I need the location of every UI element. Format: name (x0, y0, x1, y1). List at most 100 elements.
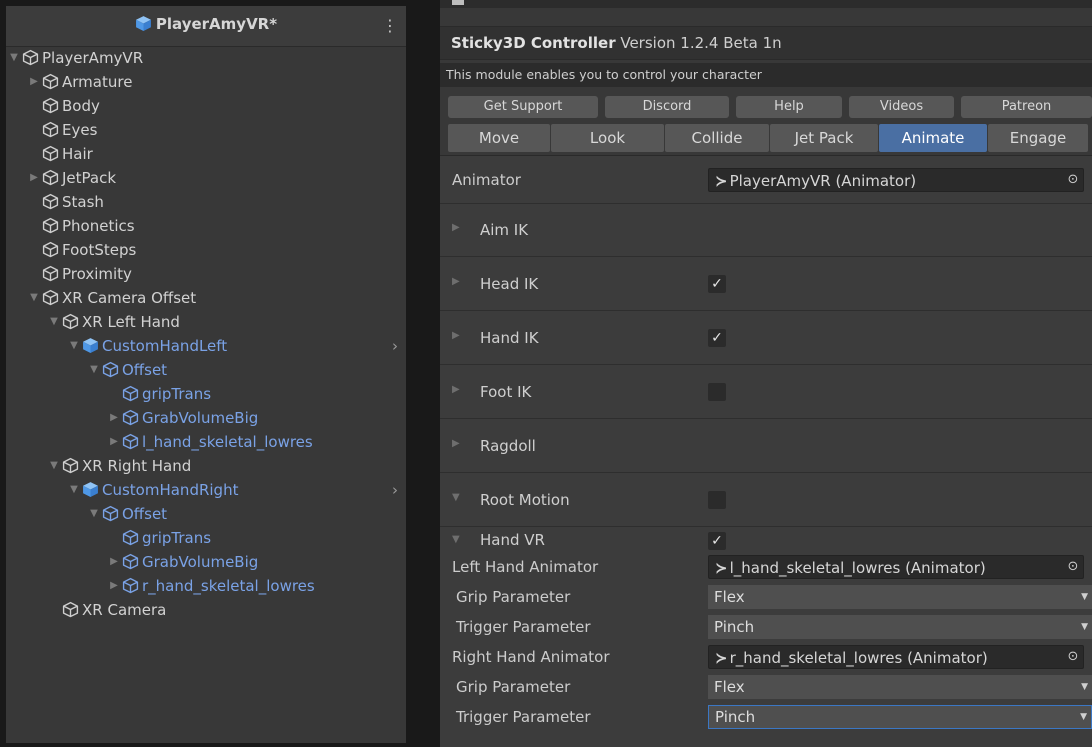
right-grip-parameter-value: Flex (714, 678, 745, 696)
hierarchy-item[interactable]: ▶ r_hand_skeletal_lowres (6, 574, 406, 598)
tab-collide[interactable]: Collide (665, 124, 769, 152)
hierarchy-item-label: GrabVolumeBig (142, 553, 259, 571)
hierarchy-item-label: Body (62, 97, 100, 115)
tab-animate[interactable]: Animate (879, 124, 987, 152)
hierarchy-item[interactable]: Hair (6, 142, 406, 166)
left-hand-animator-field[interactable]: ≻ l_hand_skeletal_lowres (Animator) ⊙ (708, 555, 1084, 579)
expanded-arrow-icon[interactable]: ▼ (88, 502, 100, 526)
hierarchy-item-label: Phonetics (62, 217, 135, 235)
tab-look[interactable]: Look (551, 124, 664, 152)
animator-value: PlayerAmyVR (Animator) (729, 172, 917, 190)
hierarchy-item-label: JetPack (62, 169, 117, 187)
tab-move[interactable]: Move (448, 124, 550, 152)
left-grip-parameter-dropdown[interactable]: Flex ▼ (708, 585, 1092, 609)
panel-divider[interactable] (406, 0, 440, 747)
left-grip-parameter-label: Grip Parameter (456, 588, 571, 606)
hierarchy-item[interactable]: ▼ XR Camera Offset (6, 286, 406, 310)
foldout-root-motion[interactable]: ▼ Root Motion (440, 474, 1092, 527)
hierarchy-item[interactable]: gripTrans (6, 526, 406, 550)
checkbox-unchecked[interactable] (708, 491, 726, 509)
hierarchy-item[interactable]: ▼ Offset (6, 502, 406, 526)
open-prefab-chevron-icon[interactable]: › (392, 478, 398, 502)
expanded-arrow-icon[interactable]: ▼ (68, 334, 80, 358)
collapsed-arrow-icon[interactable]: ▶ (28, 166, 40, 190)
right-hand-animator-field[interactable]: ≻ r_hand_skeletal_lowres (Animator) ⊙ (708, 645, 1084, 669)
hand-vr-foldout-arrow[interactable]: ▼ (452, 534, 460, 545)
checkbox-stub[interactable] (452, 0, 464, 5)
hierarchy-item[interactable]: ▼ Offset (6, 358, 406, 382)
expanded-arrow-icon[interactable]: ▼ (8, 46, 20, 70)
hierarchy-item[interactable]: FootSteps (6, 238, 406, 262)
support-button[interactable]: Get Support (448, 96, 598, 118)
expanded-arrow-icon[interactable]: ▼ (68, 478, 80, 502)
hand-vr-checkbox[interactable]: ✓ (708, 532, 726, 550)
right-trigger-parameter-label: Trigger Parameter (456, 708, 591, 726)
right-trigger-parameter-dropdown[interactable]: Pinch ▼ (708, 705, 1092, 729)
left-trigger-parameter-dropdown[interactable]: Pinch ▼ (708, 615, 1092, 639)
expanded-arrow-icon[interactable]: ▼ (48, 454, 60, 478)
hierarchy-item[interactable]: ▶ l_hand_skeletal_lowres (6, 430, 406, 454)
animator-field[interactable]: ≻ PlayerAmyVR (Animator) ⊙ (708, 168, 1084, 192)
hierarchy-item[interactable]: Body (6, 94, 406, 118)
hierarchy-item[interactable]: gripTrans (6, 382, 406, 406)
hierarchy-item[interactable]: Phonetics (6, 214, 406, 238)
foldout-label: Aim IK (480, 221, 529, 239)
foldout-ragdoll[interactable]: ▶ Ragdoll (440, 420, 1092, 473)
foldout-aim-ik[interactable]: ▶ Aim IK (440, 204, 1092, 257)
collapsed-arrow-icon[interactable]: ▶ (452, 384, 460, 395)
collapsed-arrow-icon[interactable]: ▶ (108, 550, 120, 574)
object-picker-icon[interactable]: ⊙ (1065, 559, 1081, 575)
hierarchy-item[interactable]: ▶ Armature (6, 70, 406, 94)
collapsed-arrow-icon[interactable]: ▶ (108, 430, 120, 454)
hierarchy-item[interactable]: Eyes (6, 118, 406, 142)
support-button[interactable]: Videos (849, 96, 954, 118)
open-prefab-chevron-icon[interactable]: › (392, 334, 398, 358)
gameobject-cube-icon (42, 265, 59, 282)
hierarchy-item[interactable]: ▼ CustomHandLeft › (6, 334, 406, 358)
hierarchy-item-label: CustomHandLeft (102, 337, 228, 355)
support-button[interactable]: Discord (605, 96, 729, 118)
collapsed-arrow-icon[interactable]: ▶ (28, 70, 40, 94)
object-picker-icon[interactable]: ⊙ (1065, 172, 1081, 188)
collapsed-arrow-icon[interactable]: ▶ (108, 574, 120, 598)
checkbox-unchecked[interactable] (708, 383, 726, 401)
object-picker-icon[interactable]: ⊙ (1065, 649, 1081, 665)
hierarchy-item[interactable]: Stash (6, 190, 406, 214)
tab-jet-pack[interactable]: Jet Pack (770, 124, 878, 152)
dropdown-caret-icon: ▼ (1081, 592, 1088, 602)
collapsed-arrow-icon[interactable]: ▶ (452, 222, 460, 233)
hierarchy-item[interactable]: ▼ CustomHandRight › (6, 478, 406, 502)
hierarchy-item-label: Eyes (62, 121, 98, 139)
checkbox-checked[interactable]: ✓ (708, 275, 726, 293)
expanded-arrow-icon[interactable]: ▼ (88, 358, 100, 382)
collapsed-arrow-icon[interactable]: ▶ (452, 276, 460, 287)
expanded-arrow-icon[interactable]: ▼ (48, 310, 60, 334)
hierarchy-item[interactable]: Proximity (6, 262, 406, 286)
collapsed-arrow-icon[interactable]: ▶ (108, 406, 120, 430)
hierarchy-item[interactable]: ▶ JetPack (6, 166, 406, 190)
left-trigger-parameter-label: Trigger Parameter (456, 618, 591, 636)
component-version: Version 1.2.4 Beta 1n (615, 34, 782, 52)
hierarchy-item[interactable]: ▼ PlayerAmyVR (6, 46, 406, 70)
gameobject-cube-icon (62, 457, 79, 474)
hierarchy-item[interactable]: ▼ XR Right Hand (6, 454, 406, 478)
hierarchy-item[interactable]: XR Camera (6, 598, 406, 622)
collapsed-arrow-icon[interactable]: ▶ (452, 330, 460, 341)
checkbox-checked[interactable]: ✓ (708, 329, 726, 347)
expanded-arrow-icon[interactable]: ▼ (452, 492, 460, 503)
foldout-head-ik[interactable]: ▶ Head IK ✓ (440, 258, 1092, 311)
vertical-ellipsis-icon[interactable]: ⋮ (382, 16, 398, 36)
expanded-arrow-icon[interactable]: ▼ (28, 286, 40, 310)
tab-engage[interactable]: Engage (988, 124, 1088, 152)
foldout-foot-ik[interactable]: ▶ Foot IK (440, 366, 1092, 419)
support-button-row: Get Support Discord Help Videos Patreon (440, 96, 1092, 120)
right-grip-parameter-dropdown[interactable]: Flex ▼ (708, 675, 1092, 699)
collapsed-arrow-icon[interactable]: ▶ (452, 438, 460, 449)
hierarchy-item[interactable]: ▼ XR Left Hand (6, 310, 406, 334)
support-button[interactable]: Patreon (961, 96, 1092, 118)
foldout-hand-ik[interactable]: ▶ Hand IK ✓ (440, 312, 1092, 365)
support-button[interactable]: Help (736, 96, 842, 118)
hierarchy-item[interactable]: ▶ GrabVolumeBig (6, 406, 406, 430)
gameobject-cube-icon (122, 433, 139, 450)
hierarchy-item[interactable]: ▶ GrabVolumeBig (6, 550, 406, 574)
